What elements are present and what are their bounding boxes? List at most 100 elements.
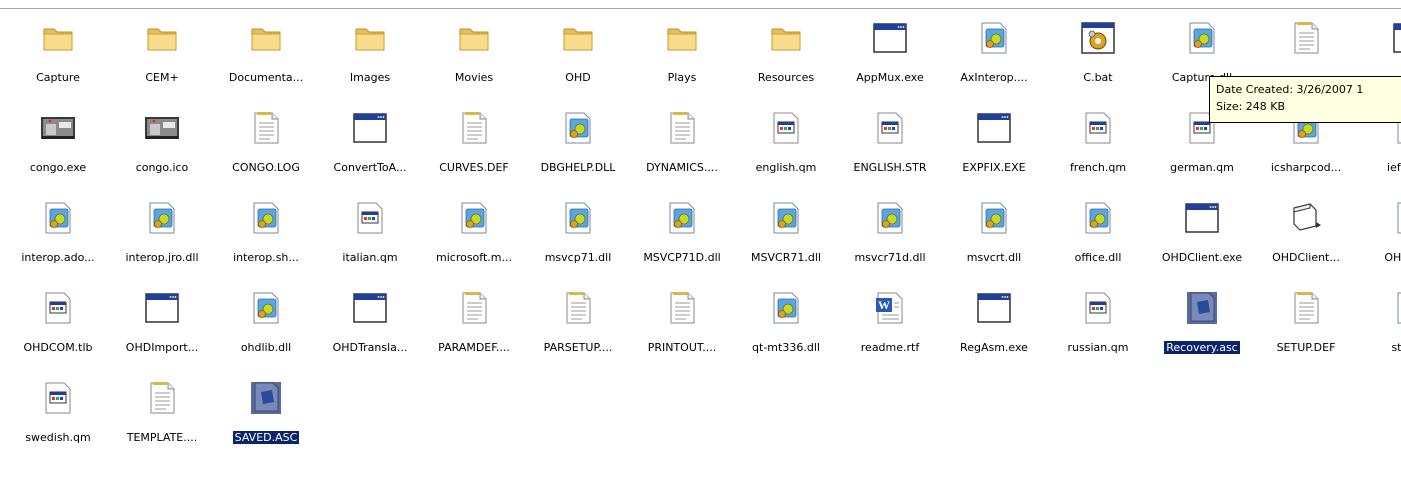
file-name: stdole. bbox=[1391, 341, 1401, 354]
file-name: Capture bbox=[36, 71, 80, 84]
file-item[interactable]: SAVED.ASC bbox=[214, 380, 318, 446]
dll-icon bbox=[976, 20, 1012, 56]
file-item[interactable]: interop.sh... bbox=[214, 200, 318, 266]
file-name: ENGLISH.STR bbox=[853, 161, 927, 174]
file-label: readme.rtf bbox=[838, 341, 942, 355]
file-item[interactable]: Wreadme.rtf bbox=[838, 290, 942, 356]
file-item[interactable]: PARAMDEF.... bbox=[422, 290, 526, 356]
file-item[interactable]: OHDCOM.tlb bbox=[6, 290, 110, 356]
file-item[interactable]: Resources bbox=[734, 20, 838, 86]
folder-icon bbox=[768, 20, 804, 56]
text-icon bbox=[1288, 290, 1324, 326]
file-name: interop.ado... bbox=[21, 251, 95, 264]
file-name: PARSETUP.... bbox=[543, 341, 613, 354]
file-label: ConvertToA... bbox=[318, 161, 422, 175]
qm-icon bbox=[1080, 290, 1116, 326]
file-label: Resources bbox=[734, 71, 838, 85]
file-item[interactable]: OHDTransla... bbox=[318, 290, 422, 356]
exe-icon bbox=[976, 110, 1012, 146]
file-item[interactable]: french.qm bbox=[1046, 110, 1150, 176]
file-item[interactable]: office.dll bbox=[1046, 200, 1150, 266]
file-item[interactable]: AxInterop.... bbox=[942, 20, 1046, 86]
file-item[interactable]: SETUP.DEF bbox=[1254, 290, 1358, 356]
file-item[interactable]: OHDImport... bbox=[110, 290, 214, 356]
file-item[interactable]: english.qm bbox=[734, 110, 838, 176]
file-name: OHDTransla... bbox=[332, 341, 408, 354]
file-item[interactable]: russian.qm bbox=[1046, 290, 1150, 356]
file-item[interactable]: OHD bbox=[526, 20, 630, 86]
exe-icon bbox=[352, 290, 388, 326]
file-name: ohdlib.dll bbox=[240, 341, 292, 354]
file-item[interactable]: MSVCR71.dll bbox=[734, 200, 838, 266]
file-label: english.qm bbox=[734, 161, 838, 175]
file-item[interactable]: CONGO.LOG bbox=[214, 110, 318, 176]
tooltip-date-created: Date Created: 3/26/2007 1 bbox=[1216, 83, 1364, 96]
file-item[interactable]: Images bbox=[318, 20, 422, 86]
file-item[interactable]: msvcp71.dll bbox=[526, 200, 630, 266]
dll-icon bbox=[40, 200, 76, 236]
file-item[interactable]: Recovery.asc bbox=[1150, 290, 1254, 356]
file-item[interactable]: MSVCP71D.dll bbox=[630, 200, 734, 266]
file-item[interactable]: italian.qm bbox=[318, 200, 422, 266]
file-item[interactable]: interop.ado... bbox=[6, 200, 110, 266]
text-icon bbox=[664, 110, 700, 146]
file-item[interactable]: AppMux.exe bbox=[838, 20, 942, 86]
file-item[interactable]: interop.jro.dll bbox=[110, 200, 214, 266]
file-item[interactable]: OHDClient... bbox=[1254, 200, 1358, 266]
dll-icon bbox=[1392, 200, 1401, 236]
file-item[interactable]: OHDCOM bbox=[1358, 200, 1401, 266]
file-item[interactable]: stdole. bbox=[1358, 290, 1401, 356]
file-item[interactable]: msvcrt.dll bbox=[942, 200, 1046, 266]
file-item[interactable]: Documenta... bbox=[214, 20, 318, 86]
file-name: Resources bbox=[757, 71, 815, 84]
file-name: german.qm bbox=[1170, 161, 1234, 174]
file-item[interactable]: Plays bbox=[630, 20, 734, 86]
file-item[interactable]: PARSETUP.... bbox=[526, 290, 630, 356]
file-label: swedish.qm bbox=[6, 431, 110, 445]
qm-icon bbox=[352, 200, 388, 236]
file-label: ohdlib.dll bbox=[214, 341, 318, 355]
dll-icon bbox=[248, 200, 284, 236]
file-item[interactable]: TEMPLATE.... bbox=[110, 380, 214, 446]
photo-icon bbox=[144, 110, 180, 146]
file-label: Recovery.asc bbox=[1150, 340, 1254, 355]
file-item[interactable]: Capture bbox=[6, 20, 110, 86]
file-name: microsoft.m... bbox=[436, 251, 512, 264]
file-item[interactable]: microsoft.m... bbox=[422, 200, 526, 266]
word-icon: W bbox=[872, 290, 908, 326]
asc-icon bbox=[248, 380, 284, 416]
file-item[interactable]: ohdlib.dll bbox=[214, 290, 318, 356]
file-item[interactable]: ConvertToA... bbox=[318, 110, 422, 176]
file-item[interactable]: congo.ico bbox=[110, 110, 214, 176]
file-label: Movies bbox=[422, 71, 526, 85]
file-item[interactable]: congo.exe bbox=[6, 110, 110, 176]
file-item[interactable]: RegAsm.exe bbox=[942, 290, 1046, 356]
file-label: SETUP.DEF bbox=[1254, 341, 1358, 355]
file-item[interactable]: CEM+ bbox=[110, 20, 214, 86]
file-label: interop.ado... bbox=[6, 251, 110, 265]
file-label: TEMPLATE.... bbox=[110, 431, 214, 445]
file-name: DYNAMICS.... bbox=[646, 161, 718, 174]
file-item[interactable]: ENGLISH.STR bbox=[838, 110, 942, 176]
file-item[interactable]: DBGHELP.DLL bbox=[526, 110, 630, 176]
file-item[interactable]: PRINTOUT.... bbox=[630, 290, 734, 356]
file-item[interactable]: OHDClient.exe bbox=[1150, 200, 1254, 266]
file-label: italian.qm bbox=[318, 251, 422, 265]
file-item[interactable]: Movies bbox=[422, 20, 526, 86]
file-label: office.dll bbox=[1046, 251, 1150, 265]
file-item[interactable]: CURVES.DEF bbox=[422, 110, 526, 176]
file-item[interactable]: qt-mt336.dll bbox=[734, 290, 838, 356]
file-name: russian.qm bbox=[1067, 341, 1129, 354]
qm-icon bbox=[40, 290, 76, 326]
file-item[interactable]: msvcr71d.dll bbox=[838, 200, 942, 266]
file-item[interactable]: swedish.qm bbox=[6, 380, 110, 446]
file-item[interactable]: DYNAMICS.... bbox=[630, 110, 734, 176]
file-name: PARAMDEF.... bbox=[438, 341, 510, 354]
file-item[interactable]: C.bat bbox=[1046, 20, 1150, 86]
file-item[interactable]: EXPFIX.EXE bbox=[942, 110, 1046, 176]
file-name: interop.sh... bbox=[233, 251, 299, 264]
folder-icon bbox=[144, 20, 180, 56]
file-label: OHDClient... bbox=[1254, 251, 1358, 265]
text-icon bbox=[664, 290, 700, 326]
file-name: congo.ico bbox=[135, 161, 189, 174]
